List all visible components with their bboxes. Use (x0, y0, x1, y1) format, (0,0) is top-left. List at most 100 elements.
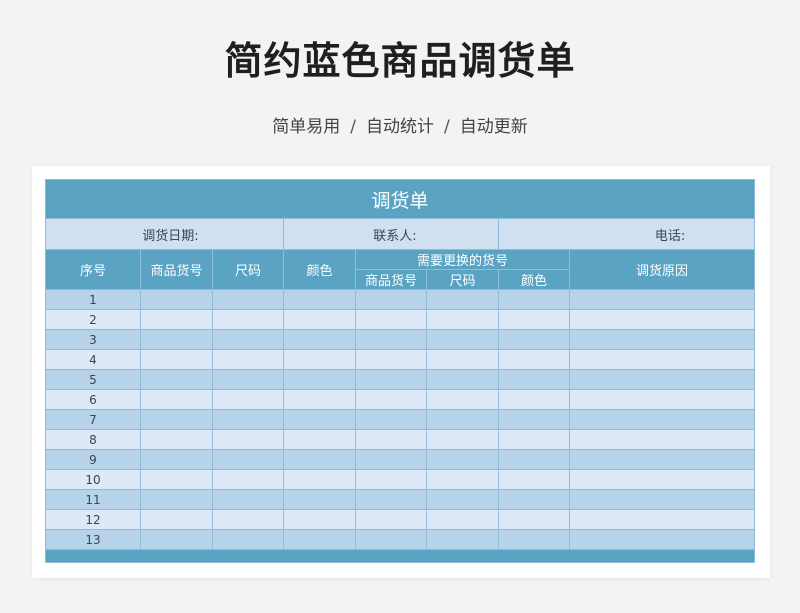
cell-reason[interactable] (568, 449, 756, 470)
cell-item-no[interactable] (140, 409, 213, 430)
cell-replace-color[interactable] (498, 369, 570, 390)
cell-replace-item-no[interactable] (355, 489, 427, 510)
cell-item-no[interactable] (140, 529, 213, 550)
cell-replace-size[interactable] (426, 289, 499, 310)
cell-item-no[interactable] (140, 389, 213, 410)
cell-replace-size[interactable] (426, 469, 499, 490)
cell-color[interactable] (283, 329, 356, 350)
page-title: 简约蓝色商品调货单 (224, 39, 576, 83)
cell-replace-item-no[interactable] (355, 329, 427, 350)
cell-reason[interactable] (568, 529, 756, 550)
cell-replace-item-no[interactable] (355, 309, 427, 330)
cell-reason[interactable] (568, 389, 756, 410)
cell-replace-color[interactable] (498, 529, 570, 550)
cell-item-no[interactable] (140, 489, 213, 510)
cell-replace-item-no[interactable] (355, 469, 427, 490)
cell-reason[interactable] (568, 409, 756, 430)
cell-replace-color[interactable] (498, 489, 570, 510)
cell-reason[interactable] (568, 349, 756, 370)
cell-reason[interactable] (568, 469, 756, 490)
cell-item-no[interactable] (140, 309, 213, 330)
cell-color[interactable] (283, 449, 356, 470)
cell-replace-color[interactable] (498, 389, 570, 410)
cell-replace-color[interactable] (498, 349, 570, 370)
cell-reason[interactable] (568, 509, 756, 530)
cell-replace-item-no[interactable] (355, 449, 427, 470)
cell-item-no[interactable] (140, 329, 213, 350)
cell-color[interactable] (283, 409, 356, 430)
cell-replace-size[interactable] (426, 349, 499, 370)
cell-size[interactable] (212, 529, 284, 550)
cell-replace-color[interactable] (498, 409, 570, 430)
cell-replace-size[interactable] (426, 449, 499, 470)
cell-replace-item-no[interactable] (355, 429, 427, 450)
cell-size[interactable] (212, 509, 284, 530)
cell-item-no[interactable] (140, 349, 213, 370)
cell-replace-size[interactable] (426, 369, 499, 390)
cell-replace-size[interactable] (426, 429, 499, 450)
cell-replace-item-no[interactable] (355, 509, 427, 530)
cell-replace-size[interactable] (426, 489, 499, 510)
cell-replace-color[interactable] (498, 289, 570, 310)
cell-color[interactable] (283, 369, 356, 390)
cell-color[interactable] (283, 309, 356, 330)
cell-replace-size[interactable] (426, 529, 499, 550)
row-seq: 4 (45, 349, 141, 370)
cell-replace-size[interactable] (426, 509, 499, 530)
cell-color[interactable] (283, 489, 356, 510)
cell-replace-color[interactable] (498, 429, 570, 450)
cell-size[interactable] (212, 369, 284, 390)
cell-item-no[interactable] (140, 449, 213, 470)
cell-replace-color[interactable] (498, 469, 570, 490)
cell-color[interactable] (283, 429, 356, 450)
cell-replace-color[interactable] (498, 309, 570, 330)
cell-item-no[interactable] (140, 289, 213, 310)
cell-reason[interactable] (568, 309, 756, 330)
cell-reason[interactable] (568, 329, 756, 350)
cell-item-no[interactable] (140, 509, 213, 530)
cell-size[interactable] (212, 389, 284, 410)
cell-replace-item-no[interactable] (355, 529, 427, 550)
cell-color[interactable] (283, 289, 356, 310)
cell-size[interactable] (212, 409, 284, 430)
cell-reason[interactable] (568, 429, 756, 450)
cell-replace-item-no[interactable] (355, 349, 427, 370)
cell-replace-color[interactable] (498, 329, 570, 350)
cell-replace-size[interactable] (426, 329, 499, 350)
cell-size[interactable] (212, 449, 284, 470)
row-seq: 11 (45, 489, 141, 510)
cell-replace-item-no[interactable] (355, 369, 427, 390)
cell-item-no[interactable] (140, 469, 213, 490)
cell-size[interactable] (212, 349, 284, 370)
cell-reason[interactable] (568, 289, 756, 310)
cell-color[interactable] (283, 529, 356, 550)
cell-replace-size[interactable] (426, 409, 499, 430)
cell-size[interactable] (212, 309, 284, 330)
cell-replace-size[interactable] (426, 389, 499, 410)
phone-label[interactable]: 电话: (497, 218, 756, 250)
transfer-date-label[interactable]: 调货日期: (45, 218, 284, 250)
cell-item-no[interactable] (140, 369, 213, 390)
subtitle-separator: / (350, 117, 356, 137)
cell-replace-item-no[interactable] (355, 389, 427, 410)
cell-color[interactable] (283, 389, 356, 410)
cell-replace-color[interactable] (498, 449, 570, 470)
cell-size[interactable] (212, 429, 284, 450)
cell-replace-item-no[interactable] (355, 409, 427, 430)
cell-replace-size[interactable] (426, 309, 499, 330)
cell-color[interactable] (283, 349, 356, 370)
cell-size[interactable] (212, 329, 284, 350)
table-row: 9 (45, 449, 756, 470)
cell-item-no[interactable] (140, 429, 213, 450)
cell-color[interactable] (283, 469, 356, 490)
row-seq: 10 (45, 469, 141, 490)
cell-color[interactable] (283, 509, 356, 530)
cell-size[interactable] (212, 469, 284, 490)
cell-replace-item-no[interactable] (355, 289, 427, 310)
contact-label[interactable]: 联系人: (283, 218, 499, 250)
cell-size[interactable] (212, 489, 284, 510)
cell-size[interactable] (212, 289, 284, 310)
cell-replace-color[interactable] (498, 509, 570, 530)
cell-reason[interactable] (568, 489, 756, 510)
cell-reason[interactable] (568, 369, 756, 390)
